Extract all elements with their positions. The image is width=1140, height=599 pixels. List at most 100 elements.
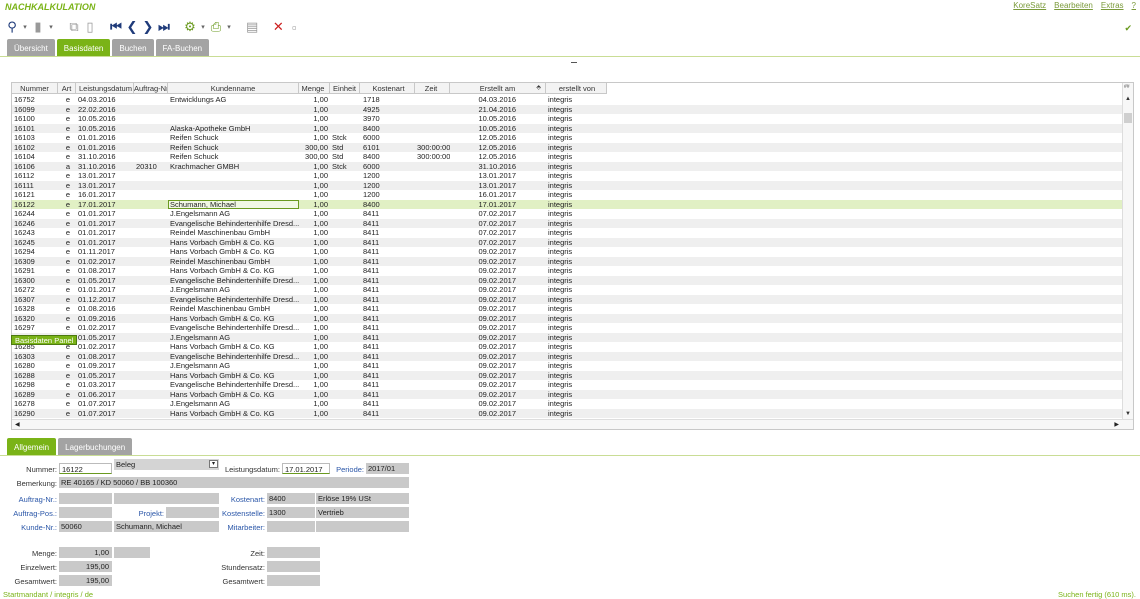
menge-field[interactable]: 1,00 — [59, 547, 112, 558]
kostenart-field[interactable]: 8400 — [267, 493, 315, 504]
delete-icon[interactable]: ✕ — [272, 19, 284, 35]
column-header-erstellt-von[interactable]: erstellt von — [546, 83, 607, 93]
print-icon[interactable]: ⎙ — [210, 19, 222, 35]
projekt-field[interactable] — [166, 507, 219, 518]
column-header-menge[interactable]: Menge — [299, 83, 330, 93]
tab-fa-buchen[interactable]: FA-Buchen — [155, 39, 210, 57]
last-record-icon[interactable]: ⏭ — [158, 19, 170, 35]
settings-icon[interactable]: ⚙ — [184, 19, 196, 35]
vertical-scrollbar[interactable]: ## ▲ ▼ — [1122, 83, 1133, 429]
tab-buchen[interactable]: Buchen — [112, 39, 154, 57]
next-record-icon[interactable]: ❯ — [142, 19, 154, 35]
tab-allgemein[interactable]: Allgemein — [7, 438, 57, 456]
search-icon[interactable]: ⚲ — [6, 19, 18, 35]
beleg-select[interactable]: Beleg ▾ — [114, 459, 219, 470]
mitarbeiter-label[interactable]: Mitarbeiter: — [222, 523, 265, 532]
column-header-kundenname[interactable]: Kundenname — [168, 83, 299, 93]
column-header-art[interactable]: Art — [58, 83, 76, 93]
column-header-nummer[interactable]: Nummer — [12, 83, 58, 93]
table-row[interactable]: 16246 e 01.01.2017 Evangelische Behinderten… — [12, 218, 1122, 228]
kunde-nr-field[interactable]: 50060 — [59, 521, 112, 532]
tab-basisdaten[interactable]: Basisdaten — [56, 39, 111, 57]
column-header-leistungsdatum[interactable]: Leistungsdatum — [76, 83, 134, 93]
chevron-down-icon[interactable]: ▾ — [209, 460, 218, 468]
menge-unit-field[interactable] — [114, 547, 150, 558]
column-header-einheit[interactable]: Einheit — [330, 83, 360, 93]
leistungsdatum-field[interactable]: 17.01.2017 — [282, 463, 330, 474]
einzelwert-field[interactable]: 195,00 — [59, 561, 112, 572]
auftrag-pos-field[interactable] — [59, 507, 112, 518]
table-row[interactable]: 16112 e 13.01.2017 1,00 1200 13.01.2017 integr… — [12, 171, 1122, 181]
settings-dropdown-icon[interactable]: ▾ — [200, 19, 206, 35]
zeit-field[interactable] — [267, 547, 320, 558]
tab-lagerbuchungen[interactable]: Lagerbuchungen — [58, 438, 133, 456]
column-header-zeit[interactable]: Zeit — [415, 83, 450, 93]
table-row[interactable]: 16121 e 16.01.2017 1,00 1200 16.01.2017 integr… — [12, 190, 1122, 200]
auftrag-nr-field[interactable] — [59, 493, 112, 504]
table-row[interactable]: 16102 e 01.01.2016 Reifen Schuck 300,00 Std 61… — [12, 142, 1122, 152]
table-row[interactable]: 16111 e 13.01.2017 1,00 1200 13.01.2017 integr… — [12, 180, 1122, 190]
previous-record-icon[interactable]: ❮ — [126, 19, 138, 35]
scroll-right-icon[interactable]: ▶ — [1114, 421, 1119, 428]
projekt-label[interactable]: Projekt: — [130, 509, 164, 518]
scroll-left-icon[interactable]: ◀ — [15, 421, 20, 428]
table-row[interactable]: 16289 e 01.06.2017 Hans Vorbach GmbH & Co. … — [12, 389, 1122, 399]
table-row[interactable]: 16285 e 01.02.2017 Hans Vorbach GmbH & Co. … — [12, 342, 1122, 352]
table-row[interactable]: 16291 e 01.08.2017 Hans Vorbach GmbH & Co. … — [12, 266, 1122, 276]
auftrag-pos-label[interactable]: Auftrag-Pos.: — [8, 509, 57, 518]
document-icon[interactable]: ▮ — [32, 19, 44, 35]
table-row[interactable]: 16320 e 01.09.2016 Hans Vorbach GmbH & Co. … — [12, 313, 1122, 323]
table-row[interactable]: 16100 e 10.05.2016 1,00 3970 10.05.2016 integr… — [12, 114, 1122, 124]
table-row[interactable]: 16272 e 01.01.2017 J.Engelsmann AG 1,00 8411 0… — [12, 285, 1122, 295]
kostenart-label[interactable]: Kostenart: — [222, 495, 265, 504]
column-header-kostenart[interactable]: Kostenart — [360, 83, 415, 93]
menu-help[interactable]: ? — [1132, 1, 1136, 10]
paste-icon[interactable]: ▯ — [84, 19, 96, 35]
table-row[interactable]: 16328 e 01.08.2016 Reindel Maschinenbau Gmb… — [12, 304, 1122, 314]
table-row[interactable]: 16303 e 01.08.2017 Evangelische Behinderten… — [12, 351, 1122, 361]
table-row[interactable]: 16297 e 01.02.2017 Evangelische Behinderten… — [12, 323, 1122, 333]
save-icon[interactable]: ▤ — [246, 19, 258, 35]
scroll-up-icon[interactable]: ▲ — [1125, 96, 1131, 102]
periode-label[interactable]: Periode: — [332, 465, 364, 474]
menu-koresatz[interactable]: KoreSatz — [1013, 1, 1046, 10]
table-row[interactable]: 16288 e 01.05.2017 Hans Vorbach GmbH & Co. … — [12, 370, 1122, 380]
horizontal-scrollbar[interactable]: ◀ ▶ — [12, 419, 1133, 429]
table-row[interactable]: 16244 e 01.01.2017 J.Engelsmann AG 1,00 8411 0… — [12, 209, 1122, 219]
menu-bearbeiten[interactable]: Bearbeiten — [1054, 1, 1093, 10]
copy-icon[interactable]: ⧉ — [68, 19, 80, 35]
table-row[interactable]: 16290 e 01.07.2017 Hans Vorbach GmbH & Co. … — [12, 408, 1122, 418]
column-header-erstellt-am[interactable]: Erstellt am ⬘ — [450, 83, 546, 93]
table-row[interactable]: 16099 e 22.02.2016 1,00 4925 21.04.2016 integr… — [12, 104, 1122, 114]
document-dropdown-icon[interactable]: ▾ — [48, 19, 54, 35]
table-row[interactable]: 16243 e 01.01.2017 Reindel Maschinenbau Gmb… — [12, 228, 1122, 238]
menu-extras[interactable]: Extras — [1101, 1, 1124, 10]
table-row[interactable]: 16309 e 01.02.2017 Reindel Maschinenbau Gmb… — [12, 256, 1122, 266]
tab-uebersicht[interactable]: Übersicht — [7, 39, 55, 57]
kostenstelle-label[interactable]: Kostenstelle: — [216, 509, 265, 518]
table-row[interactable]: 16103 e 01.01.2016 Reifen Schuck 1,00 Stck 600… — [12, 133, 1122, 143]
table-row[interactable]: 16300 e 01.05.2017 Evangelische Behinderten… — [12, 275, 1122, 285]
stundensatz-field[interactable] — [267, 561, 320, 572]
table-row[interactable]: 16280 e 01.09.2017 J.Engelsmann AG 1,00 8411 0… — [12, 361, 1122, 371]
table-row[interactable]: 16274e01.05.2017J.Engelsmann AG1,0084110… — [12, 332, 1122, 342]
collapse-handle[interactable] — [571, 62, 577, 63]
column-header-auftrag-nr[interactable]: Auftrag-Nr. — [134, 83, 168, 93]
auftrag-nr-label[interactable]: Auftrag-Nr.: — [10, 495, 57, 504]
bemerkung-field[interactable]: RE 40165 / KD 50060 / BB 100360 — [59, 477, 409, 488]
first-record-icon[interactable]: ⏮ — [110, 19, 122, 35]
print-dropdown-icon[interactable]: ▾ — [226, 19, 232, 35]
table-row[interactable]: 16307 e 01.12.2017 Evangelische Behinderten… — [12, 294, 1122, 304]
table-row[interactable]: 16122 e 17.01.2017 Schumann, Michael 1,00 840… — [12, 199, 1122, 209]
table-row[interactable]: 16245 e 01.01.2017 Hans Vorbach GmbH & Co. … — [12, 237, 1122, 247]
kostenstelle-field[interactable]: 1300 — [267, 507, 315, 518]
table-row[interactable]: 16101 e 10.05.2016 Alaska-Apotheke GmbH 1,00… — [12, 123, 1122, 133]
nummer-field[interactable]: 16122 — [59, 463, 112, 474]
table-row[interactable]: 16298 e 01.03.2017 Evangelische Behinderten… — [12, 380, 1122, 390]
table-row[interactable]: 16294 e 01.11.2017 Hans Vorbach GmbH & Co. … — [12, 247, 1122, 257]
scroll-down-icon[interactable]: ▼ — [1125, 411, 1131, 417]
table-row[interactable]: 16278 e 01.07.2017 J.Engelsmann AG 1,00 8411 0… — [12, 399, 1122, 409]
table-row[interactable]: 16106 a 31.10.2016 20310 Krachmacher GMBH 1,0… — [12, 161, 1122, 171]
trash-icon[interactable]: ▫ — [288, 19, 300, 35]
table-row[interactable]: 16104 e 31.10.2016 Reifen Schuck 300,00 Std 84… — [12, 152, 1122, 162]
